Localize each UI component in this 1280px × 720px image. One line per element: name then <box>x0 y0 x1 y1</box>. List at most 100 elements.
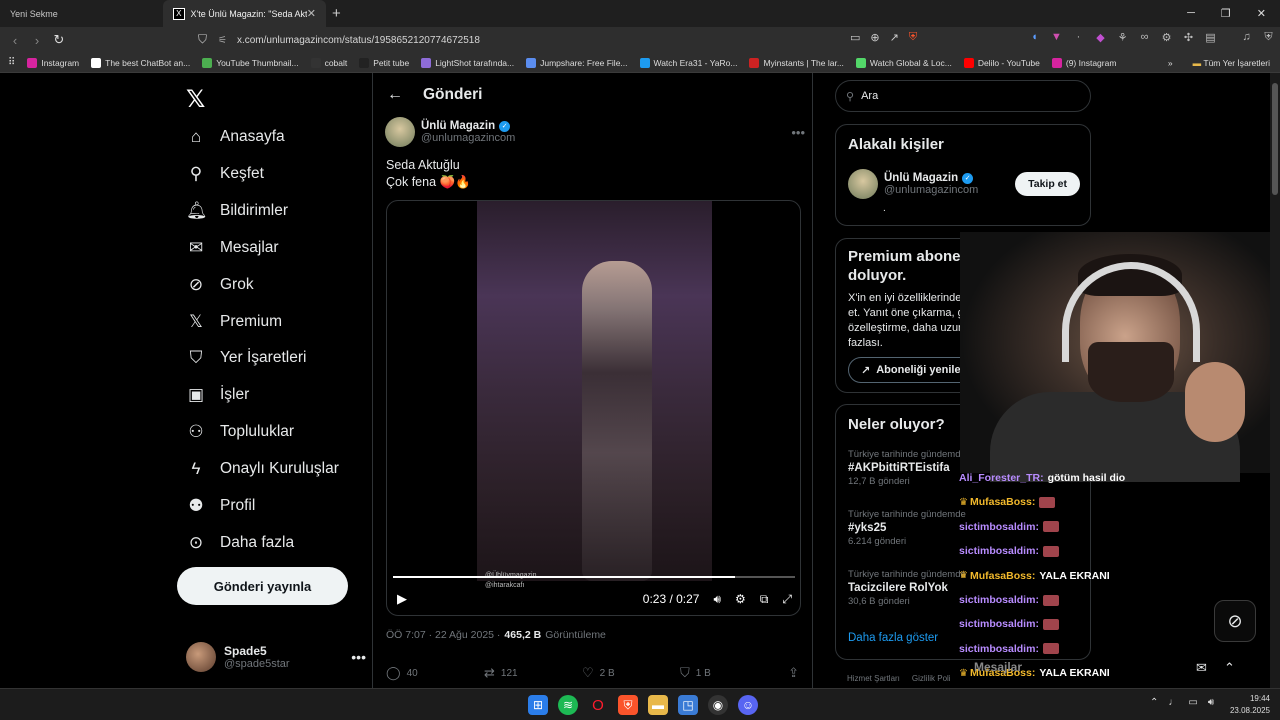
nav-item-mesajlar[interactable]: ✉ Mesajlar <box>186 235 279 261</box>
bookmark-item[interactable]: Delilo - YouTube <box>963 57 1040 68</box>
nav-item-i-şler[interactable]: ▣ İşler <box>186 382 249 408</box>
new-tab-button[interactable]: + <box>332 5 341 22</box>
bookmark-button[interactable]: ⛉ 1 B <box>680 665 778 681</box>
repost-button[interactable]: ⇄ 121 <box>484 665 582 681</box>
nav-item-onaylı-kuruluşlar[interactable]: ϟ Onaylı Kuruluşlar <box>186 456 339 482</box>
related-name[interactable]: Ünlü Magazin <box>884 172 958 184</box>
back-arrow-icon[interactable]: ← <box>387 86 403 104</box>
extension-icon[interactable]: ⚘ <box>1116 31 1129 44</box>
sidebar-icon[interactable]: ▤ <box>1204 31 1217 44</box>
video-player[interactable]: @Ühlüvmagazin @ihtarakcafı ▶ 0:23 / 0:27… <box>386 200 801 616</box>
more-icon[interactable]: ••• <box>351 649 366 665</box>
bookmark-item[interactable]: Jumpshare: Free File... <box>526 57 628 68</box>
url-field[interactable]: ⚟ x.com/unlumagazincom/status/1958652120… <box>218 30 940 50</box>
bookmark-item[interactable]: cobalt <box>310 57 347 68</box>
apps-icon[interactable]: ⠿ <box>8 57 15 68</box>
volume-icon[interactable]: 🔊︎ <box>713 592 721 607</box>
author-name[interactable]: Ünlü Magazin <box>421 120 495 132</box>
reload-icon[interactable]: ↻ <box>48 32 70 48</box>
nav-item-keşfet[interactable]: ⚲ Keşfet <box>186 161 264 187</box>
bookmark-page-icon[interactable]: ⛉ <box>198 32 207 47</box>
spotify-icon[interactable]: ≋ <box>558 695 578 715</box>
bookmark-item[interactable]: Petit tube <box>359 57 409 68</box>
related-avatar[interactable] <box>848 169 878 199</box>
start-icon[interactable]: ⊞ <box>528 695 548 715</box>
brave-shield-icon[interactable]: ⛨ <box>909 31 917 44</box>
show-more-link[interactable]: Daha fazla göster <box>848 632 938 644</box>
bookmark-item[interactable]: (9) Instagram <box>1051 57 1116 68</box>
page-scrollbar[interactable] <box>1270 73 1280 688</box>
footer-terms-link[interactable]: Hizmet Şartları <box>847 674 900 683</box>
forward-icon[interactable]: › <box>26 33 48 48</box>
brave-icon[interactable]: ⛨ <box>618 695 638 715</box>
tray-expand-icon[interactable]: ⌃ <box>1150 697 1158 708</box>
nav-item-profil[interactable]: ⚉ Profil <box>186 493 255 519</box>
media-icon[interactable]: ♫ <box>1240 31 1253 44</box>
extension-icon[interactable]: ∞ <box>1138 31 1151 44</box>
nav-item-anasayfa[interactable]: ⌂ Anasayfa <box>186 124 285 150</box>
site-settings-icon[interactable]: ⚟ <box>218 35 227 46</box>
extension-icon[interactable]: ⚙ <box>1160 31 1173 44</box>
discord-icon[interactable]: ☺ <box>738 695 758 715</box>
play-icon[interactable]: ▶ <box>397 591 407 607</box>
extension-icon[interactable]: · <box>1072 31 1085 44</box>
taskbar-clock[interactable]: 19:44 23.08.2025 <box>1226 693 1270 717</box>
close-tab-icon[interactable]: ✕ <box>307 7 316 20</box>
author-handle[interactable]: @unlumagazincom <box>421 132 515 144</box>
renew-subscription-button[interactable]: ↗ Aboneliği yenile <box>848 357 974 383</box>
author-avatar[interactable] <box>385 117 415 147</box>
post-button[interactable]: Gönderi yayınla <box>177 567 348 605</box>
app-icon[interactable]: ◳ <box>678 695 698 715</box>
mic-icon[interactable]: ♩ <box>1168 697 1178 708</box>
nav-item-yer-i-şaretleri[interactable]: ⛉ Yer İşaretleri <box>186 345 307 371</box>
opera-icon[interactable]: O <box>588 695 608 715</box>
like-button[interactable]: ♡ 2 B <box>582 665 680 681</box>
nav-item-topluluklar[interactable]: ⚇ Topluluklar <box>186 419 294 445</box>
nav-item-bildirimler[interactable]: 🔔︎ Bildirimler <box>186 198 288 224</box>
expand-messages-icon[interactable]: ⌃ <box>1224 660 1235 676</box>
bookmark-item[interactable]: LightShot tarafında... <box>421 57 514 68</box>
puzzle-icon[interactable]: ✣ <box>1182 31 1195 44</box>
video-progress-bar[interactable] <box>393 576 795 578</box>
nav-item-daha-fazla[interactable]: ⊙ Daha fazla <box>186 530 294 556</box>
new-message-icon[interactable]: ✉ <box>1196 660 1207 676</box>
fullscreen-icon[interactable]: ⤢ <box>782 592 792 607</box>
share-icon[interactable]: ↗ <box>890 31 899 44</box>
chat-drawer-title[interactable]: Mesajlar <box>974 660 1022 674</box>
tab-active[interactable]: X X'te Ünlü Magazin: "Seda Aktuğ ✕ <box>163 0 326 27</box>
network-icon[interactable]: ▭ <box>1188 697 1197 708</box>
footer-privacy-link[interactable]: Gizlilik Poli <box>912 674 951 683</box>
grok-fab-icon[interactable]: ⊘ <box>1214 600 1256 642</box>
bookmark-item[interactable]: Myinstants | The lar... <box>749 57 844 68</box>
related-person[interactable]: Ünlü Magazin ✓ @unlumagazincom Takip et <box>848 169 1080 199</box>
more-bookmarks-icon[interactable]: » <box>1168 58 1173 68</box>
speaker-icon[interactable]: 🔊︎ <box>1208 697 1214 708</box>
extension-icon[interactable]: ◆ <box>1094 31 1107 44</box>
follow-button[interactable]: Takip et <box>1015 172 1080 196</box>
bookmark-item[interactable]: Watch Global & Loc... <box>855 57 952 68</box>
search-input[interactable]: ⚲ Ara <box>835 80 1091 112</box>
extension-icon[interactable]: ▼ <box>1050 31 1063 44</box>
maximize-icon[interactable]: ❐ <box>1221 7 1231 20</box>
explorer-icon[interactable]: ▬ <box>648 695 668 715</box>
bookmark-item[interactable]: The best ChatBot an... <box>91 57 190 68</box>
all-bookmarks-folder[interactable]: ▬ Tüm Yer İşaretleri <box>1193 58 1270 68</box>
scrollbar-thumb[interactable] <box>1272 83 1278 195</box>
reply-button[interactable]: ◯ 40 <box>386 665 484 681</box>
nav-item-grok[interactable]: ⊘ Grok <box>186 272 254 298</box>
minimize-icon[interactable]: ─ <box>1187 7 1195 20</box>
x-logo-icon[interactable]: 𝕏 <box>186 85 205 114</box>
close-window-icon[interactable]: ✕ <box>1257 7 1266 20</box>
back-icon[interactable]: ‹ <box>4 33 26 48</box>
share-post-button[interactable]: ⇪ <box>788 665 799 681</box>
vpn-icon[interactable]: ⛨ <box>1262 31 1275 44</box>
extension-icon[interactable]: ◖ <box>1028 31 1041 44</box>
settings-gear-icon[interactable]: ⚙ <box>735 592 746 606</box>
post-more-icon[interactable]: ••• <box>791 125 805 140</box>
tab-new[interactable]: Yeni Sekme <box>0 0 163 27</box>
zoom-icon[interactable]: ⊕ <box>870 31 879 44</box>
post-timestamp[interactable]: ÖÖ 7:07 · 22 Ağu 2025 · <box>386 629 500 641</box>
post-author[interactable]: Ünlü Magazin ✓ @unlumagazincom ••• <box>385 116 805 148</box>
bookmark-item[interactable]: YouTube Thumbnail... <box>202 57 299 68</box>
bookmark-item[interactable]: Instagram <box>27 57 79 68</box>
